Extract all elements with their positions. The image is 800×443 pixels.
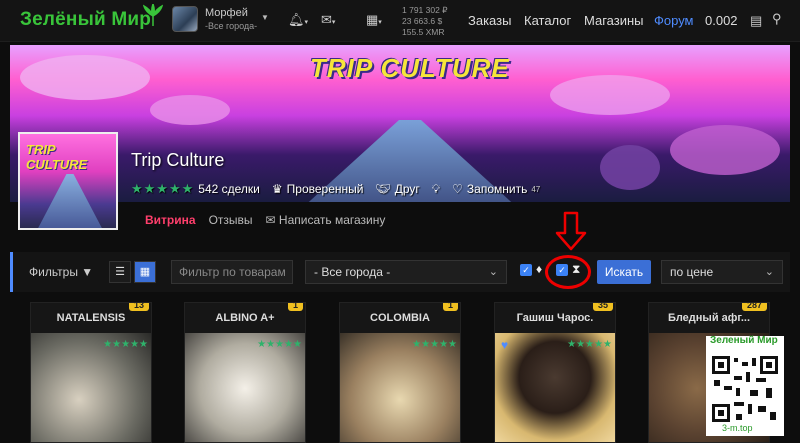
filter-icon: ▼ — [81, 265, 94, 279]
banner-mushroom — [150, 95, 230, 125]
user-city[interactable]: -Все города- — [205, 21, 257, 31]
chevron-down-icon: ⌄ — [488, 266, 498, 278]
remember-count: 47 — [531, 184, 541, 194]
verified-badge: ♛ Проверенный — [272, 182, 364, 196]
remember-button[interactable]: ♡ Запомнить 47 — [452, 182, 540, 196]
product-rating-stars: ★★★★★ — [567, 339, 612, 350]
nav-orders[interactable]: Заказы — [468, 13, 511, 28]
leaf-icon — [143, 4, 163, 26]
filters-label: Фильтры — [29, 265, 78, 279]
arrow-down-icon — [555, 211, 587, 251]
friend-badge[interactable]: 🤝︎ Друг — [375, 182, 419, 196]
handshake-icon: 🤝︎ — [375, 182, 391, 196]
bell-icon[interactable]: 🔔︎▾ — [288, 12, 308, 28]
product-count-badge: 13 — [128, 303, 149, 311]
product-card[interactable]: COLOMBIA 1 ★★★★★ — [339, 302, 461, 443]
chevron-down-icon: ⌄ — [764, 266, 774, 278]
list-view-button[interactable]: ☰ — [109, 261, 131, 283]
nav-shops[interactable]: Магазины — [584, 13, 644, 28]
nav-forum[interactable]: Форум — [654, 13, 694, 28]
city-select[interactable]: - Все города - ⌄ — [305, 260, 507, 284]
sort-select[interactable]: по цене ⌄ — [661, 260, 783, 284]
product-count-badge: 1 — [442, 303, 458, 311]
sort-select-value: по цене — [670, 265, 714, 279]
filters-toggle[interactable]: Фильтры ▼ — [29, 265, 93, 279]
watermark-url: 3-m.top — [722, 423, 753, 433]
heart-icon: ♡ — [452, 182, 463, 196]
mail-icon[interactable]: ✉▾ — [321, 12, 335, 28]
nav-catalog[interactable]: Каталог — [524, 13, 571, 28]
highlight-circle — [545, 255, 591, 289]
product-count-badge: 287 — [741, 303, 767, 311]
watermark-title: Зеленый Мир — [710, 335, 778, 346]
qr-code-icon — [710, 354, 780, 424]
mail-icon: ✉ — [265, 213, 279, 227]
search-icon[interactable]: ⚲ — [772, 11, 782, 27]
product-count-badge: 35 — [592, 303, 613, 311]
rating-stars: ★★★★★ — [131, 181, 195, 196]
filter-bar: Фильтры ▼ ☰ ▦ Фильтр по товарам - Все го… — [10, 252, 790, 292]
product-card[interactable]: NATALENSIS 13 ★★★★★ — [30, 302, 152, 443]
heart-icon[interactable]: ♥ — [501, 338, 508, 352]
balance-usd: 23 663.6 $ — [402, 16, 443, 26]
store-icon[interactable]: ▦▾ — [366, 12, 382, 28]
friend-label: Друг — [394, 182, 420, 196]
avatar[interactable] — [172, 6, 198, 32]
shop-banner: TRIP CULTURE — [10, 45, 790, 202]
product-card[interactable]: ALBINO A+ 1 ★★★★★ — [184, 302, 306, 443]
shop-logo-road — [35, 174, 105, 228]
balance-rub: 1 791 302 ₽ — [402, 5, 448, 15]
shop-name: Trip Culture — [131, 150, 225, 170]
balance-xmr: 155.5 XMR — [402, 27, 445, 37]
banner-mushroom — [600, 145, 660, 190]
banner-mushroom — [20, 55, 150, 100]
checkbox-option-1[interactable]: ✓ — [520, 264, 532, 276]
site-logo[interactable]: Зелёный Мир — [20, 9, 151, 31]
top-bar: Зелёный Мир Морфей -Все города- ▼ 🔔︎▾ ✉▾… — [0, 0, 800, 42]
verified-label: Проверенный — [286, 182, 364, 196]
shop-tabs: Витрина Отзывы ✉ Написать магазину — [145, 213, 385, 227]
calculator-icon[interactable]: ▤ — [750, 13, 762, 29]
product-rating-stars: ★★★★★ — [257, 339, 302, 350]
remember-label: Запомнить — [466, 182, 528, 196]
product-card[interactable]: Гашиш Чарос. 35 ♥ ★★★★★ — [494, 302, 616, 443]
shop-logo-text: TRIP CULTURE — [26, 142, 88, 172]
tab-showcase[interactable]: Витрина — [145, 213, 196, 227]
banner-mushroom — [670, 125, 780, 175]
product-filter-input[interactable]: Фильтр по товарам — [171, 260, 293, 284]
city-select-value: - Все города - — [314, 265, 391, 279]
shop-stats: ★★★★★ 542 сделки ♛ Проверенный 🤝︎ Друг 💡… — [131, 181, 540, 197]
deals-count: 542 сделки — [198, 182, 260, 196]
diamond-icon: ♦ — [536, 262, 543, 276]
banner-mushroom — [550, 75, 670, 115]
tab-message-label: Написать магазину — [278, 213, 386, 227]
shop-logo: TRIP CULTURE — [18, 132, 118, 230]
tab-reviews[interactable]: Отзывы — [209, 213, 253, 227]
bulb-icon[interactable]: 💡︎ — [432, 182, 440, 197]
product-rating-stars: ★★★★★ — [103, 339, 148, 350]
balance: 1 791 302 ₽ 23 663.6 $ 155.5 XMR — [402, 5, 448, 38]
search-button[interactable]: Искать — [597, 260, 651, 284]
product-count-badge: 1 — [287, 303, 303, 311]
btc-rate: 0.002 — [705, 13, 738, 28]
product-rating-stars: ★★★★★ — [412, 339, 457, 350]
crown-icon: ♛ — [271, 182, 283, 196]
tab-message[interactable]: ✉ Написать магазину — [266, 213, 386, 227]
chevron-down-icon[interactable]: ▼ — [261, 13, 269, 22]
banner-title: TRIP CULTURE — [310, 53, 510, 83]
grid-view-button[interactable]: ▦ — [134, 261, 156, 283]
shop-rating: ★★★★★ 542 сделки — [131, 181, 260, 197]
qr-watermark — [706, 336, 784, 436]
user-name[interactable]: Морфей — [205, 7, 248, 19]
